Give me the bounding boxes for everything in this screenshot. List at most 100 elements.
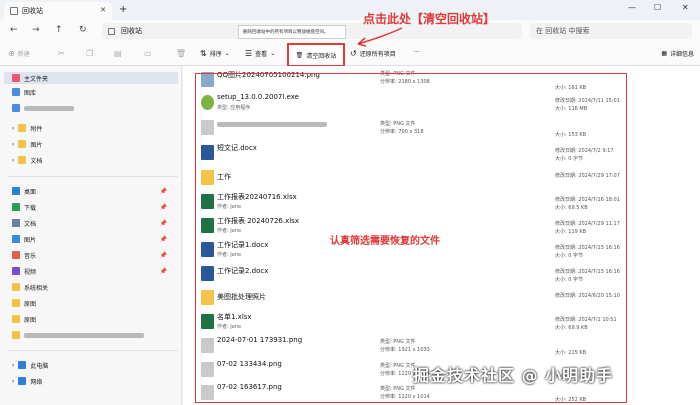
navigation-pane: 主文件夹 图库 › 附件 › 图片 › 文档 桌面 📌 下载 📌 文档 📌 图片 📌 音… bbox=[0, 66, 182, 405]
blurred-text bbox=[217, 122, 327, 127]
details-icon: ▦ bbox=[661, 50, 667, 57]
computer-icon bbox=[18, 361, 27, 369]
title-bar: 回收站 ✕ + — ☐ ✕ bbox=[0, 0, 700, 20]
pin-icon[interactable]: 📌 bbox=[160, 204, 167, 211]
search-input[interactable]: 在 回收站 中搜索 bbox=[530, 23, 692, 39]
word-file-icon bbox=[201, 266, 214, 281]
paste-icon[interactable]: ▤ bbox=[114, 49, 122, 58]
refresh-icon[interactable]: ↻ bbox=[79, 25, 87, 35]
maximize-button[interactable]: ☐ bbox=[654, 3, 661, 12]
gallery-icon bbox=[12, 88, 20, 96]
tab-label: 回收站 bbox=[22, 7, 43, 15]
download-icon bbox=[12, 203, 20, 211]
sidebar-item-system[interactable]: 系统相关 bbox=[12, 281, 177, 293]
search-placeholder: 在 回收站 中搜索 bbox=[536, 27, 590, 35]
cut-icon[interactable]: ✂ bbox=[58, 49, 65, 58]
chevron-down-icon: ⌄ bbox=[270, 50, 276, 57]
desktop-icon bbox=[12, 187, 20, 195]
folder-icon bbox=[18, 140, 27, 148]
list-item[interactable]: 短文记.docx 修改日期: 2024/7/2 9:17 大小: 0 字节 bbox=[195, 141, 695, 164]
new-tab-button[interactable]: + bbox=[119, 4, 127, 15]
excel-file-icon bbox=[201, 314, 214, 329]
view-button[interactable]: ☰ 查看 ⌄ bbox=[245, 49, 275, 58]
more-button[interactable]: ··· bbox=[414, 49, 420, 56]
sidebar-item-folder[interactable]: › 图片 bbox=[12, 138, 177, 150]
sidebar-item-music[interactable]: 音乐 📌 bbox=[12, 249, 177, 261]
pin-icon[interactable]: 📌 bbox=[160, 220, 167, 227]
pin-icon[interactable]: 📌 bbox=[160, 252, 167, 259]
folder-icon bbox=[12, 283, 20, 291]
image-file-icon bbox=[201, 72, 214, 87]
excel-file-icon bbox=[201, 194, 214, 209]
image-file-icon bbox=[201, 338, 214, 353]
sidebar-item-original[interactable]: 原图 bbox=[12, 297, 177, 309]
sidebar-item-videos[interactable]: 视频 📌 bbox=[12, 265, 177, 277]
plus-icon: ⊕ bbox=[8, 49, 15, 58]
list-item[interactable]: QQ图片20240705100214.png 类型: PNG 文件 分辨率: 2… bbox=[195, 68, 695, 91]
list-item[interactable]: 工作记录2.docx 修改日期: 2024/7/15 16:16 大小: 0 字… bbox=[195, 262, 695, 285]
exe-file-icon bbox=[201, 95, 214, 110]
restore-all-button[interactable]: ↺ 还原所有项目 bbox=[350, 49, 396, 58]
sidebar-item-documents[interactable]: 文档 📌 bbox=[12, 217, 177, 229]
list-item[interactable]: setup_13.0.0.2007l.exe 类型: 应用程序 修改日期: 20… bbox=[195, 91, 695, 114]
pin-icon[interactable]: 📌 bbox=[160, 188, 167, 195]
list-item[interactable]: 工作记录1.docx 作者: Jane 修改日期: 2024/7/15 16:1… bbox=[195, 238, 695, 261]
pin-icon[interactable]: 📌 bbox=[160, 268, 167, 275]
divider bbox=[8, 176, 178, 177]
folder-icon bbox=[12, 299, 20, 307]
chevron-down-icon: ⌄ bbox=[224, 50, 230, 57]
list-item[interactable]: 工作报表20240716.xlsx 作者: Jane 修改日期: 2024/7/… bbox=[195, 190, 695, 213]
sidebar-item-blurred[interactable] bbox=[12, 329, 177, 341]
cloud-icon bbox=[12, 104, 20, 112]
list-item[interactable]: 类型: PNG 文件 分辨率: 700 x 318 大小: 153 KB bbox=[195, 116, 695, 139]
sidebar-item-network[interactable]: › 网络 bbox=[12, 375, 177, 387]
copy-icon[interactable]: ❐ bbox=[86, 49, 93, 58]
sidebar-item-pictures[interactable]: 图片 📌 bbox=[12, 233, 177, 245]
network-icon bbox=[18, 377, 27, 385]
file-list: QQ图片20240705100214.png 类型: PNG 文件 分辨率: 2… bbox=[183, 66, 700, 405]
sidebar-item-downloads[interactable]: 下载 📌 bbox=[12, 201, 177, 213]
tab-close-icon[interactable]: ✕ bbox=[100, 6, 106, 14]
back-icon[interactable]: ← bbox=[10, 25, 18, 35]
image-file-icon bbox=[201, 385, 214, 400]
folder-icon bbox=[18, 156, 27, 164]
sidebar-item-folder[interactable]: › 文档 bbox=[12, 154, 177, 166]
rename-icon[interactable]: ▭ bbox=[144, 49, 152, 58]
sidebar-item-folder[interactable]: › 附件 bbox=[12, 122, 177, 134]
folder-icon bbox=[18, 124, 27, 132]
list-item[interactable]: 美图批处理照片 修改日期: 2024/6/20 15:10 bbox=[195, 286, 695, 309]
watermark: 掘金技术社区 @ 小明助手 bbox=[413, 366, 614, 385]
sidebar-item-gallery[interactable]: 图库 bbox=[12, 86, 177, 98]
sidebar-item-this-pc[interactable]: › 此电脑 bbox=[12, 359, 177, 371]
folder-icon bbox=[201, 170, 214, 185]
blurred-text bbox=[24, 332, 144, 338]
close-window-button[interactable]: ✕ bbox=[682, 3, 689, 12]
list-item[interactable]: 工作 修改日期: 2024/7/29 17:07 bbox=[195, 166, 695, 189]
sidebar-item-original[interactable]: 原图 bbox=[12, 313, 177, 325]
list-item[interactable]: 名单1.xlsx 作者: Jane 修改日期: 2024/7/1 10:51 大… bbox=[195, 310, 695, 333]
pin-icon[interactable]: 📌 bbox=[160, 236, 167, 243]
tab-recycle-bin[interactable]: 回收站 ✕ bbox=[4, 2, 112, 20]
delete-icon[interactable]: 🗑 bbox=[176, 49, 186, 58]
sidebar-item-user[interactable] bbox=[12, 102, 177, 114]
list-item[interactable]: 2024-07-01 173931.png 类型: PNG 文件 分辨率: 19… bbox=[195, 334, 695, 357]
sidebar-item-desktop[interactable]: 桌面 📌 bbox=[12, 185, 177, 197]
folder-icon bbox=[12, 315, 20, 323]
up-icon[interactable]: ↑ bbox=[55, 25, 63, 35]
details-button[interactable]: ▦ 详细信息 bbox=[661, 49, 694, 58]
image-file-icon bbox=[201, 120, 214, 135]
documents-icon bbox=[12, 219, 20, 227]
tooltip: 删除回收站中的所有项目以释放磁盘空间。 bbox=[238, 25, 346, 39]
new-button[interactable]: ⊕ 新建 bbox=[8, 49, 30, 58]
sort-icon: ⇅ bbox=[200, 49, 207, 58]
word-file-icon bbox=[201, 145, 214, 160]
sort-button[interactable]: ⇅ 排序 ⌄ bbox=[200, 49, 230, 58]
forward-icon[interactable]: → bbox=[32, 25, 40, 35]
list-item[interactable]: 工作报表 20240726.xlsx 作者: Jane 修改日期: 2024/7… bbox=[195, 214, 695, 237]
sidebar-item-home[interactable]: 主文件夹 bbox=[4, 72, 178, 84]
recycle-bin-icon bbox=[108, 27, 115, 35]
pictures-icon bbox=[12, 235, 20, 243]
empty-recycle-bin-button[interactable]: 🗑 清空回收站 bbox=[287, 43, 345, 67]
minimize-button[interactable]: — bbox=[628, 3, 636, 12]
command-bar: ⊕ 新建 ✂ ❐ ▤ ▭ 🗑 ⇅ 排序 ⌄ ☰ 查看 ⌄ 🗑 清空回收站 ↺ 还原所有项目 … bbox=[0, 42, 700, 67]
